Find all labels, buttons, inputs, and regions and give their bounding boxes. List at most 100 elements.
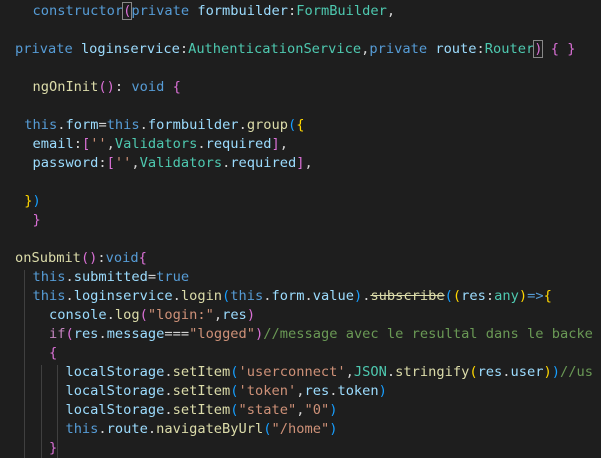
- code-token: .: [139, 117, 148, 133]
- code-line[interactable]: onSubmit():void{: [15, 249, 147, 268]
- code-token: ngOnInit: [32, 79, 99, 95]
- code-token: .: [65, 288, 74, 304]
- code-token: .: [147, 421, 157, 437]
- code-token: this: [65, 421, 99, 437]
- code-line[interactable]: password:['',Validators.required],: [16, 154, 312, 173]
- code-token: res: [73, 326, 99, 342]
- code-line[interactable]: console.log("login:",res): [16, 306, 255, 325]
- code-line[interactable]: this.loginservice.login(this.form.value)…: [16, 287, 552, 306]
- code-line[interactable]: localStorage.setItem('token',res.token): [16, 382, 387, 401]
- code-token: log: [114, 307, 140, 323]
- code-token: }: [567, 41, 576, 57]
- code-line[interactable]: localStorage.setItem('userconnect',JSON.…: [16, 363, 593, 382]
- code-token: if: [48, 326, 66, 342]
- code-token: FormBuilder: [296, 3, 387, 19]
- code-token: setItem: [172, 364, 231, 380]
- code-token: submitted: [73, 269, 148, 285]
- code-token: (: [452, 288, 462, 304]
- code-token: (: [230, 364, 239, 380]
- code-token: {: [138, 250, 147, 266]
- code-token: .: [98, 326, 107, 342]
- code-token: =: [98, 117, 107, 133]
- code-token: AuthenticationService: [188, 41, 362, 57]
- code-line[interactable]: localStorage.setItem("state","0"): [16, 401, 337, 420]
- code-token: [: [81, 136, 91, 152]
- code-line[interactable]: this.form=this.formbuilder.group({: [16, 116, 305, 135]
- code-token: .: [502, 364, 511, 380]
- code-token: ): [246, 307, 256, 323]
- code-token: this: [106, 117, 140, 133]
- code-token: form: [271, 288, 305, 304]
- code-line[interactable]: private loginservice:AuthenticationServi…: [15, 40, 575, 59]
- code-editor[interactable]: constructor(private formbuilder:FormBuil…: [0, 0, 601, 458]
- code-token: "login:": [147, 307, 214, 323]
- code-token: '': [114, 155, 132, 171]
- code-line[interactable]: ngOnInit(): void {: [16, 78, 181, 97]
- code-token: .: [164, 402, 173, 418]
- code-token: token: [337, 383, 379, 399]
- code-token: (: [263, 421, 272, 437]
- code-token: //us: [560, 364, 593, 380]
- code-token: =>: [527, 288, 544, 304]
- code-token: }: [48, 440, 58, 456]
- code-line[interactable]: }: [16, 211, 40, 230]
- code-token: any: [494, 288, 519, 304]
- code-line[interactable]: this.route.navigateByUrl("/home"): [16, 420, 337, 439]
- code-token: formbuilder: [147, 117, 239, 133]
- code-token: this: [24, 117, 58, 133]
- code-token: login: [180, 288, 223, 304]
- code-token: ,: [345, 364, 354, 380]
- code-token: route: [106, 421, 148, 437]
- code-token: form: [65, 117, 99, 133]
- code-line[interactable]: email:['',Validators.required],: [16, 135, 288, 154]
- code-token: :: [287, 3, 297, 19]
- code-token: ): [551, 364, 561, 380]
- code-line[interactable]: {: [16, 344, 57, 363]
- code-token: JSON: [353, 364, 387, 380]
- code-token: {: [543, 288, 552, 304]
- code-token: .: [164, 364, 173, 380]
- code-token: ): [518, 288, 528, 304]
- code-token: private: [15, 41, 73, 57]
- code-token: res: [222, 307, 247, 323]
- code-token: value: [312, 288, 354, 304]
- code-line[interactable]: }: [16, 439, 57, 458]
- code-token: '': [90, 136, 107, 152]
- code-token: "state": [238, 402, 297, 418]
- code-token: ): [378, 383, 387, 399]
- code-token: email: [32, 136, 74, 152]
- code-token: {: [172, 79, 181, 95]
- code-line[interactable]: constructor(private formbuilder:FormBuil…: [16, 2, 395, 21]
- code-token: formbuilder: [197, 3, 288, 19]
- code-token: :: [98, 155, 107, 171]
- code-token: ]: [296, 155, 305, 171]
- code-token: :: [179, 41, 189, 57]
- code-token: .: [65, 269, 74, 285]
- code-line[interactable]: this.submitted=true: [16, 268, 189, 287]
- code-token: (: [230, 383, 239, 399]
- code-token: "logged": [189, 326, 256, 342]
- code-token: }: [24, 193, 33, 209]
- code-token: (): [80, 250, 98, 266]
- code-token: this: [32, 288, 66, 304]
- code-token: localStorage: [65, 364, 165, 380]
- code-token: ): [329, 402, 338, 418]
- code-token: Router: [484, 41, 535, 57]
- code-token: [: [106, 155, 115, 171]
- code-token: (: [65, 326, 74, 342]
- code-token: :: [485, 288, 495, 304]
- code-line[interactable]: if(res.message==="logged")//message avec…: [16, 325, 593, 344]
- code-token: void: [131, 79, 165, 95]
- code-token: {: [296, 117, 305, 133]
- code-token: constructor: [32, 3, 124, 19]
- code-token: user: [510, 364, 544, 380]
- code-token: private: [131, 3, 190, 19]
- code-line[interactable]: }): [16, 192, 41, 211]
